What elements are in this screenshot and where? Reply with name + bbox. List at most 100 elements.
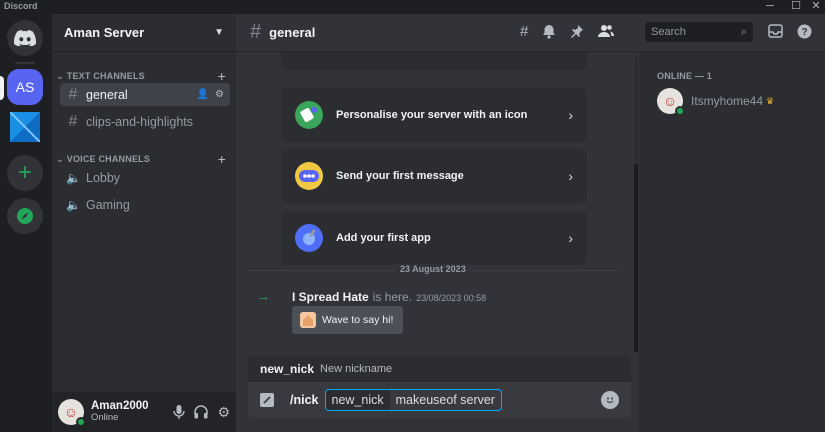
crown-icon: ♛: [766, 95, 775, 106]
hashtag-icon: #: [250, 21, 262, 43]
message-composer[interactable]: /nick new_nick makeuseof server: [248, 382, 631, 418]
scrollbar-thumb[interactable]: [634, 164, 638, 352]
hashtag-icon: #: [68, 112, 78, 130]
add-server-button[interactable]: +: [7, 155, 43, 191]
guild-header[interactable]: Aman Server ▼: [52, 14, 236, 52]
member-section-header: ONLINE — 1: [657, 71, 713, 81]
server-separator: [15, 62, 35, 64]
create-channel-icon[interactable]: +: [218, 68, 226, 84]
headphones-icon[interactable]: [194, 405, 209, 419]
chevron-right-icon: ›: [568, 107, 573, 123]
setup-card-icon[interactable]: Personalise your server with an icon ›: [281, 88, 587, 142]
server-aman[interactable]: AS: [7, 69, 43, 105]
chevron-down-icon: ⌄: [56, 70, 64, 81]
category-label: TEXT CHANNELS: [66, 71, 145, 81]
chip-option-name: new_nick: [325, 390, 390, 410]
slash-command-icon: [260, 393, 274, 407]
divider-date: 23 August 2023: [394, 264, 472, 274]
card-label: Send your first message: [336, 170, 464, 182]
user-status: Online: [91, 412, 119, 424]
explore-servers-button[interactable]: [7, 198, 43, 234]
chat-area: # general # Search ⌕ ? Personalise your …: [236, 14, 825, 432]
microphone-icon[interactable]: [173, 405, 186, 419]
category-label: VOICE CHANNELS: [66, 154, 151, 164]
guild-name: Aman Server: [64, 25, 145, 40]
app-icon: [295, 224, 323, 252]
gear-icon[interactable]: ⚙: [217, 405, 230, 419]
wave-label: Wave to say hi!: [322, 314, 394, 326]
close-button[interactable]: ✕: [805, 0, 825, 14]
join-arrow-icon: →: [256, 288, 270, 304]
setup-card-app[interactable]: Add your first app ›: [281, 211, 587, 265]
windows-server-icon: [10, 112, 40, 142]
bell-icon[interactable]: [542, 24, 556, 39]
member-name: Itsmyhome44: [691, 94, 764, 108]
online-status-icon: [76, 417, 86, 427]
create-channel-icon[interactable]: +: [218, 151, 226, 167]
pin-icon[interactable]: [570, 24, 584, 39]
chevron-down-icon: ⌄: [56, 153, 64, 164]
channel-clips-and-highlights[interactable]: # clips-and-highlights: [60, 110, 230, 133]
invite-icon[interactable]: 👤: [197, 89, 209, 100]
category-voice-channels[interactable]: ⌄ VOICE CHANNELS +: [56, 151, 226, 167]
server-windows[interactable]: [10, 112, 40, 142]
speaker-icon: 🔈: [66, 170, 81, 185]
upload-icon: [295, 101, 323, 129]
channel-sidebar: Aman Server ▼ ⌄ TEXT CHANNELS + # genera…: [52, 14, 236, 432]
emoji-picker-icon[interactable]: [601, 391, 619, 409]
help-icon[interactable]: ?: [797, 24, 812, 39]
card-label: Personalise your server with an icon: [336, 109, 528, 121]
option-description: New nickname: [320, 362, 393, 375]
channel-general[interactable]: # general 👤 ⚙: [60, 83, 230, 106]
server-rail: AS +: [0, 14, 52, 432]
channel-name: clips-and-highlights: [86, 114, 194, 129]
wave-button[interactable]: Wave to say hi!: [292, 306, 403, 334]
setup-card-message[interactable]: Send your first message ›: [281, 149, 587, 203]
speaker-icon: 🔈: [66, 197, 81, 212]
chip-option-value[interactable]: makeuseof server: [390, 390, 501, 410]
wave-sticker-icon: [299, 311, 317, 329]
date-divider: 23 August 2023: [248, 264, 619, 274]
chevron-right-icon: ›: [568, 168, 573, 184]
home-button[interactable]: [7, 20, 43, 56]
joined-username[interactable]: I Spread Hate: [292, 290, 369, 304]
chevron-right-icon: ›: [568, 230, 573, 246]
message-icon: [295, 162, 323, 190]
search-icon: ⌕: [740, 25, 747, 38]
gear-icon[interactable]: ⚙: [215, 89, 224, 100]
system-join-message: → I Spread Hate is here. 23/08/2023 00:5…: [256, 288, 486, 304]
category-text-channels[interactable]: ⌄ TEXT CHANNELS +: [56, 68, 226, 84]
search-input[interactable]: Search ⌕: [645, 22, 753, 42]
svg-text:?: ?: [801, 27, 807, 38]
avatar-image-icon: ☺: [662, 93, 678, 109]
member-list: ONLINE — 1 ☺ Itsmyhome44 ♛: [639, 52, 825, 432]
command-name: /nick: [290, 393, 319, 407]
title-bar: Discord ─ ☐ ✕: [0, 0, 825, 14]
channel-title: general: [269, 25, 316, 40]
hashtag-icon: #: [68, 85, 78, 103]
channel-name: Gaming: [86, 197, 130, 212]
app-title: Discord: [4, 1, 38, 11]
command-option-chip[interactable]: new_nick makeuseof server: [324, 389, 502, 411]
compass-icon: [17, 208, 33, 224]
avatar-image-icon: ☺: [63, 404, 79, 420]
join-text: is here.: [372, 290, 413, 304]
channel-lobby[interactable]: 🔈 Lobby: [60, 166, 230, 189]
threads-icon[interactable]: #: [520, 24, 528, 39]
command-option-hint[interactable]: new_nick New nickname: [248, 355, 631, 382]
minimize-button[interactable]: ─: [759, 0, 781, 14]
avatar: ☺: [657, 88, 685, 116]
member-list-icon[interactable]: [598, 24, 615, 38]
search-placeholder: Search: [651, 26, 686, 38]
plus-icon: +: [17, 159, 32, 186]
maximize-button[interactable]: ☐: [785, 0, 807, 14]
inbox-icon[interactable]: [768, 24, 783, 38]
member-item[interactable]: ☺ Itsmyhome44 ♛: [657, 88, 775, 116]
channel-name: Lobby: [86, 170, 121, 185]
avatar[interactable]: ☺: [58, 399, 86, 427]
channel-header: # general # Search ⌕ ?: [236, 14, 825, 52]
online-status-icon: [675, 106, 685, 116]
chevron-down-icon: ▼: [214, 27, 224, 38]
user-panel: ☺ Aman2000 Online ⚙: [52, 392, 236, 432]
channel-gaming[interactable]: 🔈 Gaming: [60, 193, 230, 216]
